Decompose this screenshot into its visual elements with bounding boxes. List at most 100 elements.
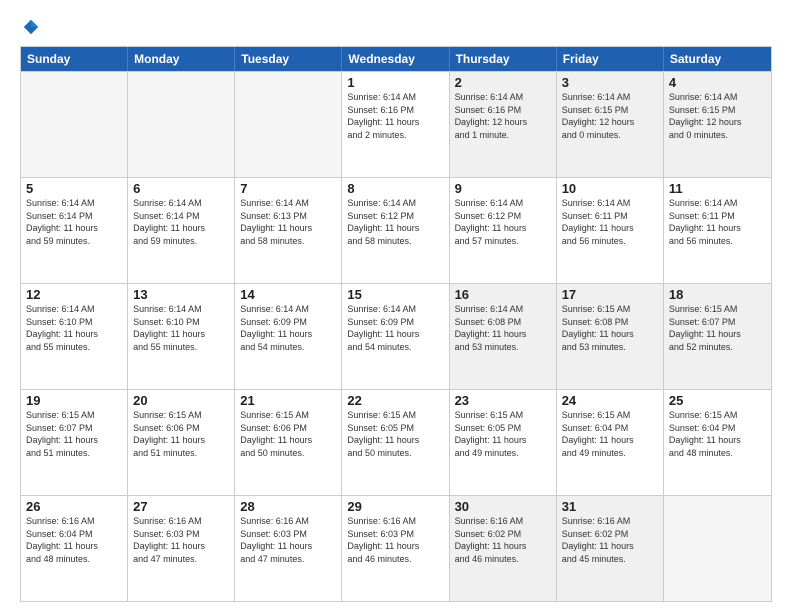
cell-info: Sunrise: 6:14 AM Sunset: 6:09 PM Dayligh… (347, 303, 443, 353)
day-number: 25 (669, 393, 766, 408)
day-number: 26 (26, 499, 122, 514)
calendar-cell: 23Sunrise: 6:15 AM Sunset: 6:05 PM Dayli… (450, 390, 557, 495)
day-number: 19 (26, 393, 122, 408)
cell-info: Sunrise: 6:14 AM Sunset: 6:14 PM Dayligh… (26, 197, 122, 247)
cell-info: Sunrise: 6:16 AM Sunset: 6:02 PM Dayligh… (562, 515, 658, 565)
day-number: 2 (455, 75, 551, 90)
cell-info: Sunrise: 6:14 AM Sunset: 6:10 PM Dayligh… (26, 303, 122, 353)
cell-info: Sunrise: 6:15 AM Sunset: 6:07 PM Dayligh… (669, 303, 766, 353)
calendar-cell (21, 72, 128, 177)
calendar-cell: 19Sunrise: 6:15 AM Sunset: 6:07 PM Dayli… (21, 390, 128, 495)
cal-header-cell: Monday (128, 47, 235, 71)
calendar-cell: 30Sunrise: 6:16 AM Sunset: 6:02 PM Dayli… (450, 496, 557, 601)
cell-info: Sunrise: 6:16 AM Sunset: 6:04 PM Dayligh… (26, 515, 122, 565)
cell-info: Sunrise: 6:15 AM Sunset: 6:05 PM Dayligh… (455, 409, 551, 459)
calendar-cell: 17Sunrise: 6:15 AM Sunset: 6:08 PM Dayli… (557, 284, 664, 389)
calendar-cell: 7Sunrise: 6:14 AM Sunset: 6:13 PM Daylig… (235, 178, 342, 283)
calendar: SundayMondayTuesdayWednesdayThursdayFrid… (20, 46, 772, 602)
cell-info: Sunrise: 6:15 AM Sunset: 6:04 PM Dayligh… (562, 409, 658, 459)
cal-header-cell: Tuesday (235, 47, 342, 71)
cell-info: Sunrise: 6:15 AM Sunset: 6:04 PM Dayligh… (669, 409, 766, 459)
calendar-cell: 14Sunrise: 6:14 AM Sunset: 6:09 PM Dayli… (235, 284, 342, 389)
cell-info: Sunrise: 6:15 AM Sunset: 6:08 PM Dayligh… (562, 303, 658, 353)
calendar-cell: 1Sunrise: 6:14 AM Sunset: 6:16 PM Daylig… (342, 72, 449, 177)
calendar-header-row: SundayMondayTuesdayWednesdayThursdayFrid… (21, 47, 771, 71)
day-number: 23 (455, 393, 551, 408)
day-number: 15 (347, 287, 443, 302)
cell-info: Sunrise: 6:15 AM Sunset: 6:05 PM Dayligh… (347, 409, 443, 459)
cell-info: Sunrise: 6:14 AM Sunset: 6:14 PM Dayligh… (133, 197, 229, 247)
calendar-cell: 21Sunrise: 6:15 AM Sunset: 6:06 PM Dayli… (235, 390, 342, 495)
calendar-cell: 13Sunrise: 6:14 AM Sunset: 6:10 PM Dayli… (128, 284, 235, 389)
calendar-cell: 10Sunrise: 6:14 AM Sunset: 6:11 PM Dayli… (557, 178, 664, 283)
calendar-row: 26Sunrise: 6:16 AM Sunset: 6:04 PM Dayli… (21, 495, 771, 601)
page: SundayMondayTuesdayWednesdayThursdayFrid… (0, 0, 792, 612)
calendar-cell: 2Sunrise: 6:14 AM Sunset: 6:16 PM Daylig… (450, 72, 557, 177)
day-number: 14 (240, 287, 336, 302)
cell-info: Sunrise: 6:15 AM Sunset: 6:06 PM Dayligh… (133, 409, 229, 459)
calendar-cell: 22Sunrise: 6:15 AM Sunset: 6:05 PM Dayli… (342, 390, 449, 495)
day-number: 11 (669, 181, 766, 196)
cell-info: Sunrise: 6:14 AM Sunset: 6:11 PM Dayligh… (669, 197, 766, 247)
day-number: 20 (133, 393, 229, 408)
cell-info: Sunrise: 6:14 AM Sunset: 6:12 PM Dayligh… (455, 197, 551, 247)
day-number: 29 (347, 499, 443, 514)
cal-header-cell: Friday (557, 47, 664, 71)
day-number: 13 (133, 287, 229, 302)
day-number: 30 (455, 499, 551, 514)
day-number: 4 (669, 75, 766, 90)
cell-info: Sunrise: 6:15 AM Sunset: 6:07 PM Dayligh… (26, 409, 122, 459)
calendar-cell: 25Sunrise: 6:15 AM Sunset: 6:04 PM Dayli… (664, 390, 771, 495)
day-number: 17 (562, 287, 658, 302)
calendar-cell: 11Sunrise: 6:14 AM Sunset: 6:11 PM Dayli… (664, 178, 771, 283)
calendar-row: 12Sunrise: 6:14 AM Sunset: 6:10 PM Dayli… (21, 283, 771, 389)
calendar-cell (128, 72, 235, 177)
calendar-cell: 29Sunrise: 6:16 AM Sunset: 6:03 PM Dayli… (342, 496, 449, 601)
cell-info: Sunrise: 6:14 AM Sunset: 6:09 PM Dayligh… (240, 303, 336, 353)
day-number: 8 (347, 181, 443, 196)
calendar-cell: 16Sunrise: 6:14 AM Sunset: 6:08 PM Dayli… (450, 284, 557, 389)
day-number: 7 (240, 181, 336, 196)
cell-info: Sunrise: 6:14 AM Sunset: 6:13 PM Dayligh… (240, 197, 336, 247)
cal-header-cell: Thursday (450, 47, 557, 71)
calendar-cell: 9Sunrise: 6:14 AM Sunset: 6:12 PM Daylig… (450, 178, 557, 283)
header (20, 18, 772, 36)
calendar-cell: 31Sunrise: 6:16 AM Sunset: 6:02 PM Dayli… (557, 496, 664, 601)
calendar-cell: 3Sunrise: 6:14 AM Sunset: 6:15 PM Daylig… (557, 72, 664, 177)
day-number: 27 (133, 499, 229, 514)
cell-info: Sunrise: 6:16 AM Sunset: 6:02 PM Dayligh… (455, 515, 551, 565)
day-number: 28 (240, 499, 336, 514)
cell-info: Sunrise: 6:14 AM Sunset: 6:12 PM Dayligh… (347, 197, 443, 247)
cell-info: Sunrise: 6:16 AM Sunset: 6:03 PM Dayligh… (133, 515, 229, 565)
calendar-cell: 27Sunrise: 6:16 AM Sunset: 6:03 PM Dayli… (128, 496, 235, 601)
calendar-cell: 20Sunrise: 6:15 AM Sunset: 6:06 PM Dayli… (128, 390, 235, 495)
calendar-cell: 8Sunrise: 6:14 AM Sunset: 6:12 PM Daylig… (342, 178, 449, 283)
cell-info: Sunrise: 6:14 AM Sunset: 6:15 PM Dayligh… (669, 91, 766, 141)
cell-info: Sunrise: 6:16 AM Sunset: 6:03 PM Dayligh… (240, 515, 336, 565)
day-number: 9 (455, 181, 551, 196)
day-number: 22 (347, 393, 443, 408)
day-number: 6 (133, 181, 229, 196)
calendar-row: 1 Sunrise: 6:14 AM Sunset: 6:16 PM Daylig… (21, 71, 771, 177)
day-number: 5 (26, 181, 122, 196)
calendar-cell: 24Sunrise: 6:15 AM Sunset: 6:04 PM Dayli… (557, 390, 664, 495)
calendar-cell: 5Sunrise: 6:14 AM Sunset: 6:14 PM Daylig… (21, 178, 128, 283)
day-number: 21 (240, 393, 336, 408)
calendar-body: 1 Sunrise: 6:14 AM Sunset: 6:16 PM Daylig… (21, 71, 771, 601)
day-number: 1 (347, 75, 443, 90)
calendar-cell: 28Sunrise: 6:16 AM Sunset: 6:03 PM Dayli… (235, 496, 342, 601)
calendar-cell: 6Sunrise: 6:14 AM Sunset: 6:14 PM Daylig… (128, 178, 235, 283)
cal-header-cell: Wednesday (342, 47, 449, 71)
day-number: 12 (26, 287, 122, 302)
cal-header-cell: Sunday (21, 47, 128, 71)
calendar-cell: 12Sunrise: 6:14 AM Sunset: 6:10 PM Dayli… (21, 284, 128, 389)
logo (20, 18, 40, 36)
cell-info: Sunrise: 6:14 AM Sunset: 6:16 PM Dayligh… (455, 91, 551, 141)
calendar-cell: 18Sunrise: 6:15 AM Sunset: 6:07 PM Dayli… (664, 284, 771, 389)
day-number: 31 (562, 499, 658, 514)
day-number: 10 (562, 181, 658, 196)
calendar-cell: 4Sunrise: 6:14 AM Sunset: 6:15 PM Daylig… (664, 72, 771, 177)
day-number: 24 (562, 393, 658, 408)
calendar-row: 5Sunrise: 6:14 AM Sunset: 6:14 PM Daylig… (21, 177, 771, 283)
day-number: 3 (562, 75, 658, 90)
